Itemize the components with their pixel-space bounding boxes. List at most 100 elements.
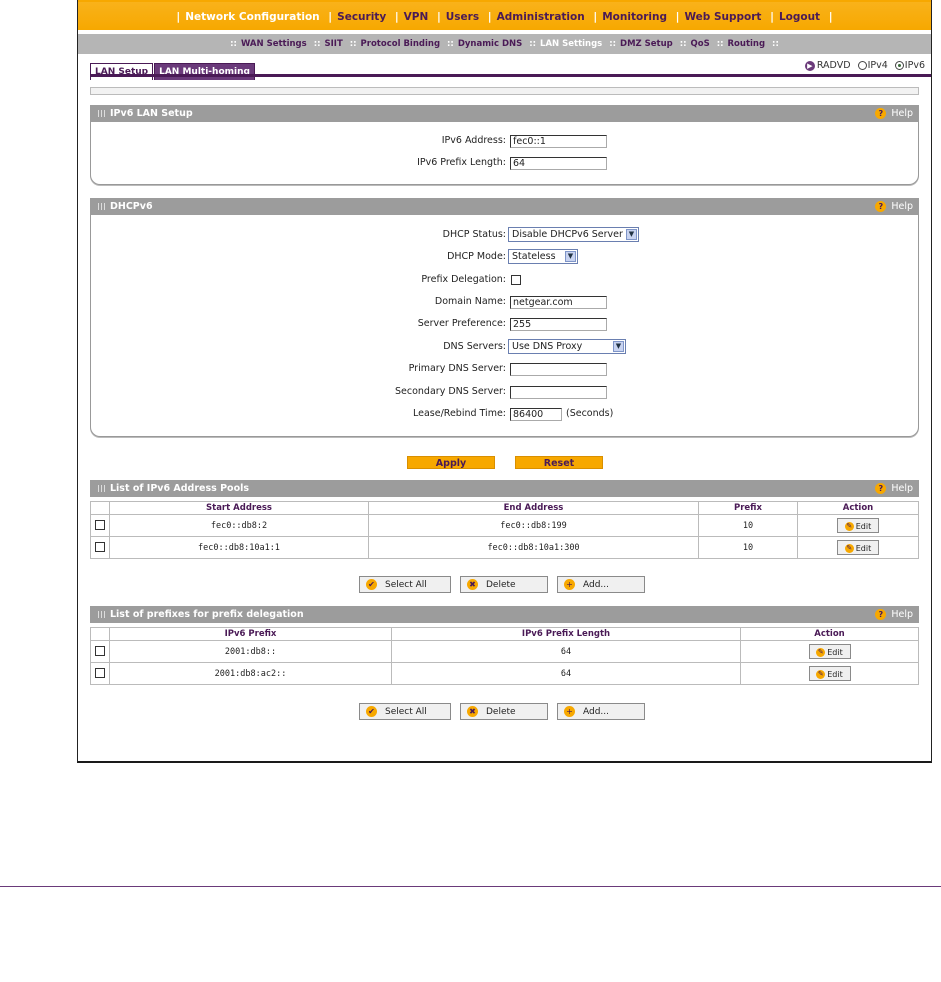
select-all-label: Select All <box>385 580 427 590</box>
help-link[interactable]: ? Help <box>875 108 913 119</box>
column-header-action: Action <box>740 627 919 641</box>
ipv4-radio[interactable] <box>857 61 867 70</box>
subnav-routing[interactable]: Routing <box>728 39 766 49</box>
subnav-dmz-setup[interactable]: DMZ Setup <box>620 39 673 49</box>
help-link[interactable]: ? Help <box>875 483 913 494</box>
help-label: Help <box>891 108 913 119</box>
dhcp-mode-value: Stateless <box>512 251 556 262</box>
table-row: fec0::db8:2 fec0::db8:199 10 ✎ Edit <box>90 514 919 537</box>
row-checkbox[interactable] <box>95 668 105 679</box>
column-header-ipv6-prefix: IPv6 Prefix <box>109 627 392 641</box>
edit-button[interactable]: ✎ Edit <box>837 518 879 533</box>
apply-button[interactable]: Apply <box>407 456 495 469</box>
pencil-icon: ✎ <box>816 648 826 657</box>
nav-security[interactable]: Security <box>337 11 386 23</box>
help-link[interactable]: ? Help <box>875 609 913 620</box>
subnav-siit[interactable]: SIIT <box>325 39 343 49</box>
section-title: List of IPv6 Address Pools <box>110 483 250 494</box>
end-address-cell: fec0::db8:199 <box>368 514 699 537</box>
help-icon: ? <box>875 108 887 119</box>
dhcp-status-label: DHCP Status: <box>442 229 506 240</box>
pencil-icon: ✎ <box>844 544 854 553</box>
nav-vpn[interactable]: VPN <box>404 11 429 23</box>
primary-dns-input[interactable] <box>510 363 607 376</box>
edit-button[interactable]: ✎ Edit <box>837 540 879 555</box>
help-icon: ? <box>875 483 887 494</box>
domain-name-label: Domain Name: <box>434 296 506 307</box>
subnav-qos[interactable]: QoS <box>691 39 710 49</box>
add-button[interactable]: + Add... <box>557 703 645 720</box>
dns-servers-select[interactable]: Use DNS Proxy ▼ <box>508 339 626 354</box>
dns-servers-value: Use DNS Proxy <box>512 341 583 352</box>
subnav-lan-settings[interactable]: LAN Settings <box>540 39 602 49</box>
lease-time-input[interactable]: 86400 <box>510 408 562 421</box>
delete-button[interactable]: ✖ Delete <box>460 703 548 720</box>
nav-network-configuration[interactable]: Network Configuration <box>185 11 319 23</box>
row-checkbox[interactable] <box>95 542 105 553</box>
row-checkbox[interactable] <box>95 520 105 531</box>
delete-button[interactable]: ✖ Delete <box>460 576 548 593</box>
subnav-protocol-binding[interactable]: Protocol Binding <box>361 39 441 49</box>
ipv6-lan-setup-header: IPv6 LAN Setup ? Help <box>90 105 919 122</box>
ipv6-radio[interactable] <box>894 61 904 70</box>
subnav-wan-settings[interactable]: WAN Settings <box>241 39 307 49</box>
address-pools-table: Start Address End Address Prefix Action … <box>90 501 919 559</box>
table-header-row: Start Address End Address Prefix Action <box>90 501 919 515</box>
router-admin-frame: | Network Configuration | Security | VPN | U… <box>77 0 932 763</box>
lease-time-label: Lease/Rebind Time: <box>413 408 506 419</box>
ipv6-prefix-input[interactable]: 64 <box>510 157 607 170</box>
select-all-button[interactable]: ✔ Select All <box>359 576 451 593</box>
tab-lan-setup[interactable]: LAN Setup <box>90 63 154 80</box>
prefix-cell: 10 <box>698 536 798 559</box>
column-header-ipv6-prefix-length: IPv6 Prefix Length <box>391 627 741 641</box>
chevron-down-icon: ▼ <box>626 229 637 240</box>
delete-label: Delete <box>486 707 516 717</box>
nav-web-support[interactable]: Web Support <box>684 11 761 23</box>
add-label: Add... <box>583 580 610 590</box>
table-row: 2001:db8:: 64 ✎ Edit <box>90 640 919 663</box>
section-title: IPv6 LAN Setup <box>110 108 193 119</box>
radvd-icon[interactable]: ▶ <box>804 60 815 71</box>
edit-button[interactable]: ✎ Edit <box>808 666 851 681</box>
message-bar <box>90 87 919 95</box>
add-button[interactable]: + Add... <box>557 576 645 593</box>
subnav-dynamic-dns[interactable]: Dynamic DNS <box>458 39 522 49</box>
server-preference-input[interactable]: 255 <box>510 318 607 331</box>
select-all-button[interactable]: ✔ Select All <box>359 703 451 720</box>
domain-name-input[interactable]: netgear.com <box>510 296 607 309</box>
ipv6-address-input[interactable]: fec0::1 <box>510 135 607 148</box>
help-label: Help <box>891 609 913 620</box>
help-icon: ? <box>875 201 887 212</box>
edit-button[interactable]: ✎ Edit <box>808 644 851 659</box>
dhcp-status-select[interactable]: Disable DHCPv6 Server ▼ <box>508 227 639 242</box>
plus-icon: + <box>564 579 575 590</box>
reset-button[interactable]: Reset <box>515 456 603 469</box>
nav-logout[interactable]: Logout <box>779 11 820 23</box>
section-title: List of prefixes for prefix delegation <box>110 609 304 620</box>
select-all-label: Select All <box>385 707 427 717</box>
tab-lan-multi-homing[interactable]: LAN Multi-homing <box>154 63 255 80</box>
column-header-start-address: Start Address <box>109 501 369 515</box>
radvd-link[interactable]: RADVD <box>817 60 851 71</box>
row-checkbox[interactable] <box>95 646 105 657</box>
ipv6-prefix-cell: 2001:db8:ac2:: <box>109 662 392 685</box>
help-link[interactable]: ? Help <box>875 201 913 212</box>
server-preference-label: Server Preference: <box>417 318 506 329</box>
table-row: fec0::db8:10a1:1 fec0::db8:10a1:300 10 ✎… <box>90 536 919 559</box>
secondary-dns-input[interactable] <box>510 386 607 399</box>
chevron-down-icon: ▼ <box>565 251 576 262</box>
tab-underline <box>90 74 931 77</box>
secondary-dns-label: Secondary DNS Server: <box>395 386 506 397</box>
dhcpv6-header: DHCPv6 ? Help <box>90 198 919 215</box>
grip-icon <box>98 611 105 618</box>
nav-administration[interactable]: Administration <box>497 11 585 23</box>
dhcp-mode-select[interactable]: Stateless ▼ <box>508 249 578 264</box>
grip-icon <box>98 110 105 117</box>
delete-icon: ✖ <box>467 579 478 590</box>
primary-dns-label: Primary DNS Server: <box>408 363 506 374</box>
help-label: Help <box>891 201 913 212</box>
sub-navigation-bar: :: WAN Settings :: SIIT :: Protocol Binding… <box>78 34 931 55</box>
prefix-delegation-checkbox[interactable] <box>511 275 521 285</box>
nav-users[interactable]: Users <box>446 11 479 23</box>
nav-monitoring[interactable]: Monitoring <box>602 11 667 23</box>
